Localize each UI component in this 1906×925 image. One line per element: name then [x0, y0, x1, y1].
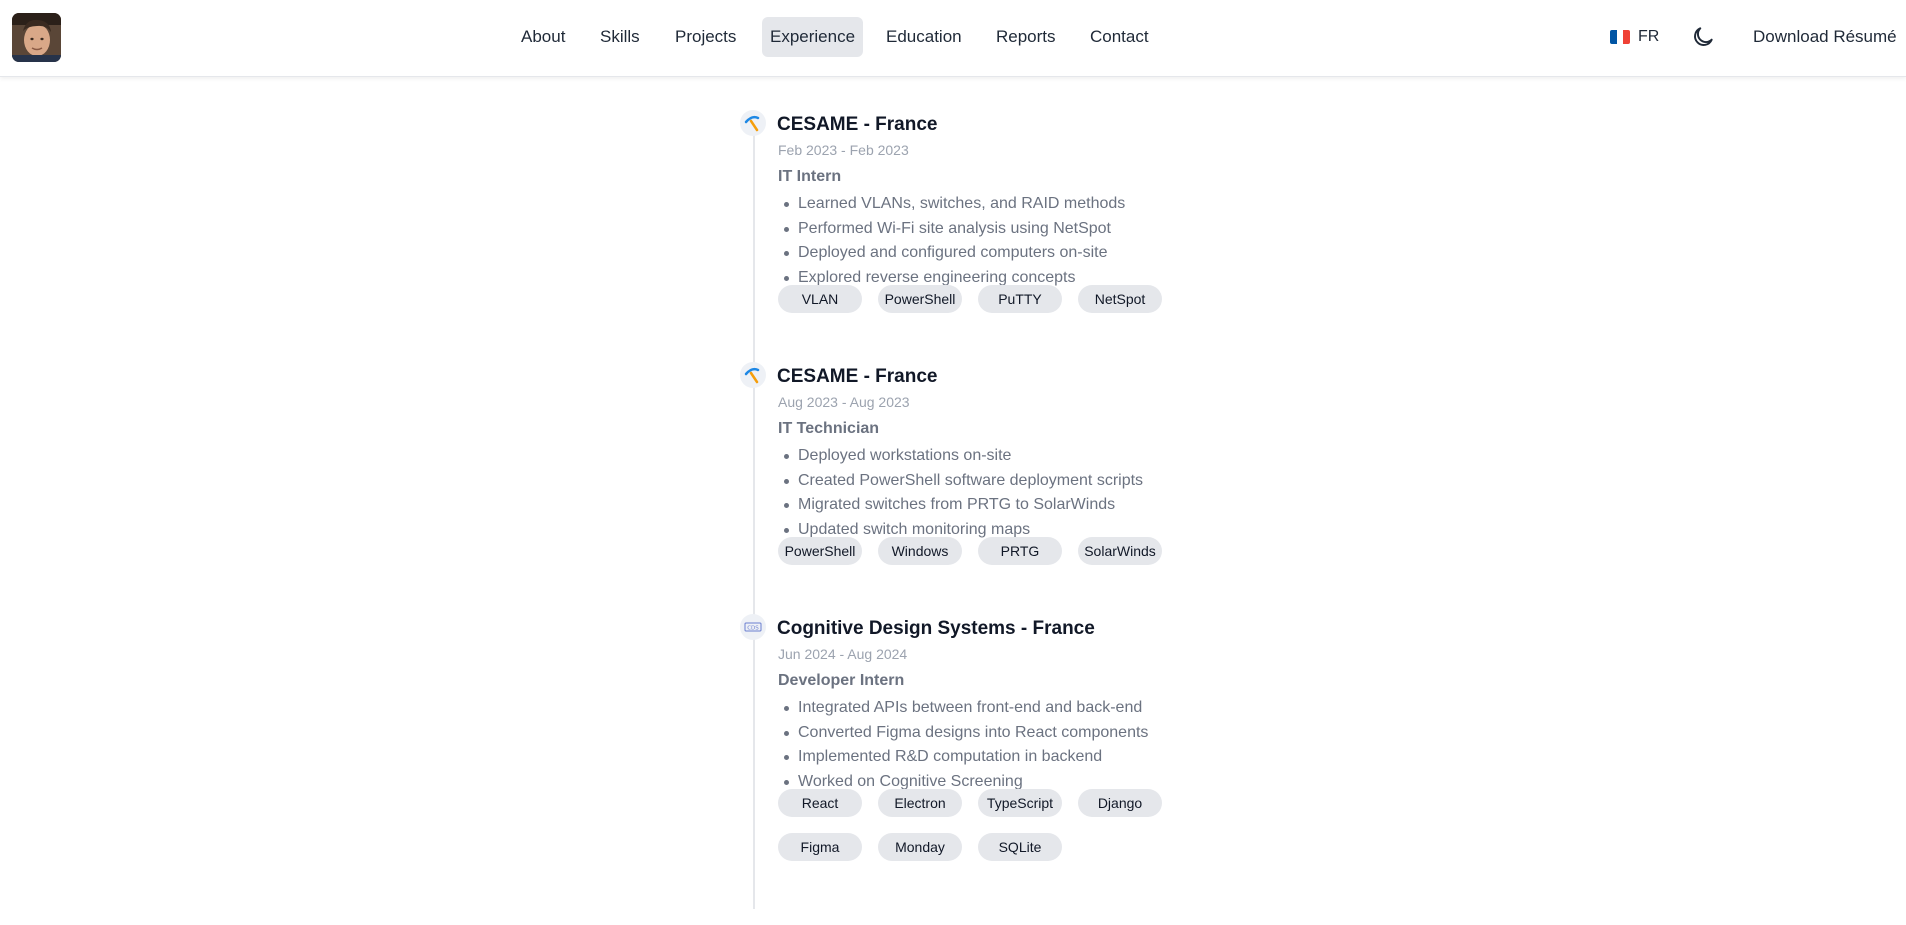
cesame-logo-icon	[740, 110, 766, 136]
responsibility-item: Learned VLANs, switches, and RAID method…	[782, 192, 1125, 217]
date-range: Aug 2023 - Aug 2023	[778, 394, 910, 410]
responsibility-list: Learned VLANs, switches, and RAID method…	[782, 192, 1125, 290]
skill-tag: SolarWinds	[1078, 537, 1162, 565]
nav-about[interactable]: About	[513, 17, 573, 57]
theme-toggle-button[interactable]	[1690, 24, 1716, 50]
nav-reports[interactable]: Reports	[988, 17, 1064, 57]
language-switcher[interactable]: FR	[1610, 17, 1659, 57]
responsibility-item: Implemented R&D computation in backend	[782, 745, 1148, 770]
responsibility-list: Integrated APIs between front-end and ba…	[782, 696, 1148, 794]
responsibility-item: Migrated switches from PRTG to SolarWind…	[782, 493, 1143, 518]
job-title: Developer Intern	[778, 672, 905, 689]
skill-tag: NetSpot	[1078, 285, 1162, 313]
skill-tag: Electron	[878, 789, 962, 817]
responsibility-item: Integrated APIs between front-end and ba…	[782, 696, 1148, 721]
company-name: Cognitive Design Systems - France	[777, 618, 1095, 639]
moon-icon	[1694, 27, 1713, 46]
nav-skills[interactable]: Skills	[592, 17, 648, 57]
skill-tag: Figma	[778, 833, 862, 861]
skill-tag: Monday	[878, 833, 962, 861]
responsibility-item: Performed Wi-Fi site analysis using NetS…	[782, 217, 1125, 242]
skill-tag: PuTTY	[978, 285, 1062, 313]
date-range: Jun 2024 - Aug 2024	[778, 646, 908, 662]
top-navbar: About Skills Projects Experience Educati…	[0, 0, 1906, 77]
skill-tag: PRTG	[978, 537, 1062, 565]
skill-tag: React	[778, 789, 862, 817]
skill-tag: SQLite	[978, 833, 1062, 861]
nav-projects[interactable]: Projects	[667, 17, 744, 57]
cds-logo-icon: CDS	[740, 614, 766, 640]
nav-contact[interactable]: Contact	[1082, 17, 1157, 57]
skill-tag: VLAN	[778, 285, 862, 313]
responsibility-list: Deployed workstations on-site Created Po…	[782, 444, 1143, 542]
skill-tag: PowerShell	[778, 537, 862, 565]
svg-text:CDS: CDS	[747, 626, 759, 632]
language-label: FR	[1638, 28, 1660, 45]
cesame-logo-icon	[740, 362, 766, 388]
download-resume-button[interactable]: Download Résumé	[1753, 17, 1897, 57]
timeline-line	[753, 112, 755, 909]
responsibility-item: Created PowerShell software deployment s…	[782, 469, 1143, 494]
company-name: CESAME - France	[777, 366, 938, 387]
responsibility-item: Deployed and configured computers on-sit…	[782, 241, 1125, 266]
date-range: Feb 2023 - Feb 2023	[778, 142, 909, 158]
responsibility-item: Converted Figma designs into React compo…	[782, 721, 1148, 746]
french-flag-icon	[1610, 30, 1630, 44]
skill-tag: PowerShell	[878, 285, 962, 313]
nav-experience[interactable]: Experience	[762, 17, 864, 57]
job-title: IT Technician	[778, 420, 880, 437]
job-title: IT Intern	[778, 168, 842, 185]
skill-tag: Windows	[878, 537, 962, 565]
responsibility-item: Deployed workstations on-site	[782, 444, 1143, 469]
company-name: CESAME - France	[777, 114, 938, 135]
skill-tag: TypeScript	[978, 789, 1062, 817]
nav-education[interactable]: Education	[878, 17, 970, 57]
skill-tag: Django	[1078, 789, 1162, 817]
